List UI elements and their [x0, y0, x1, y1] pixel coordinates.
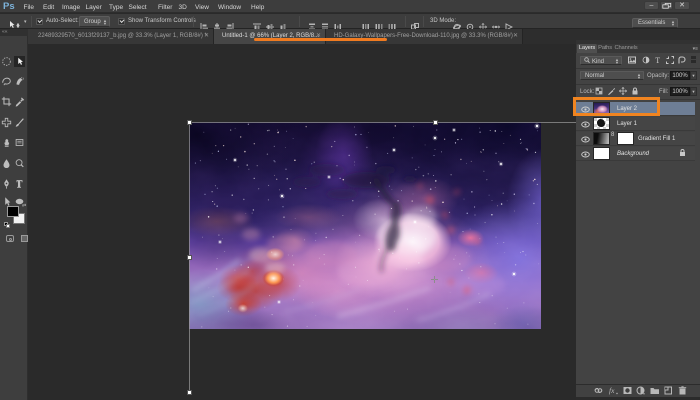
svg-text:fx: fx	[609, 386, 615, 395]
svg-text:T: T	[655, 56, 660, 65]
